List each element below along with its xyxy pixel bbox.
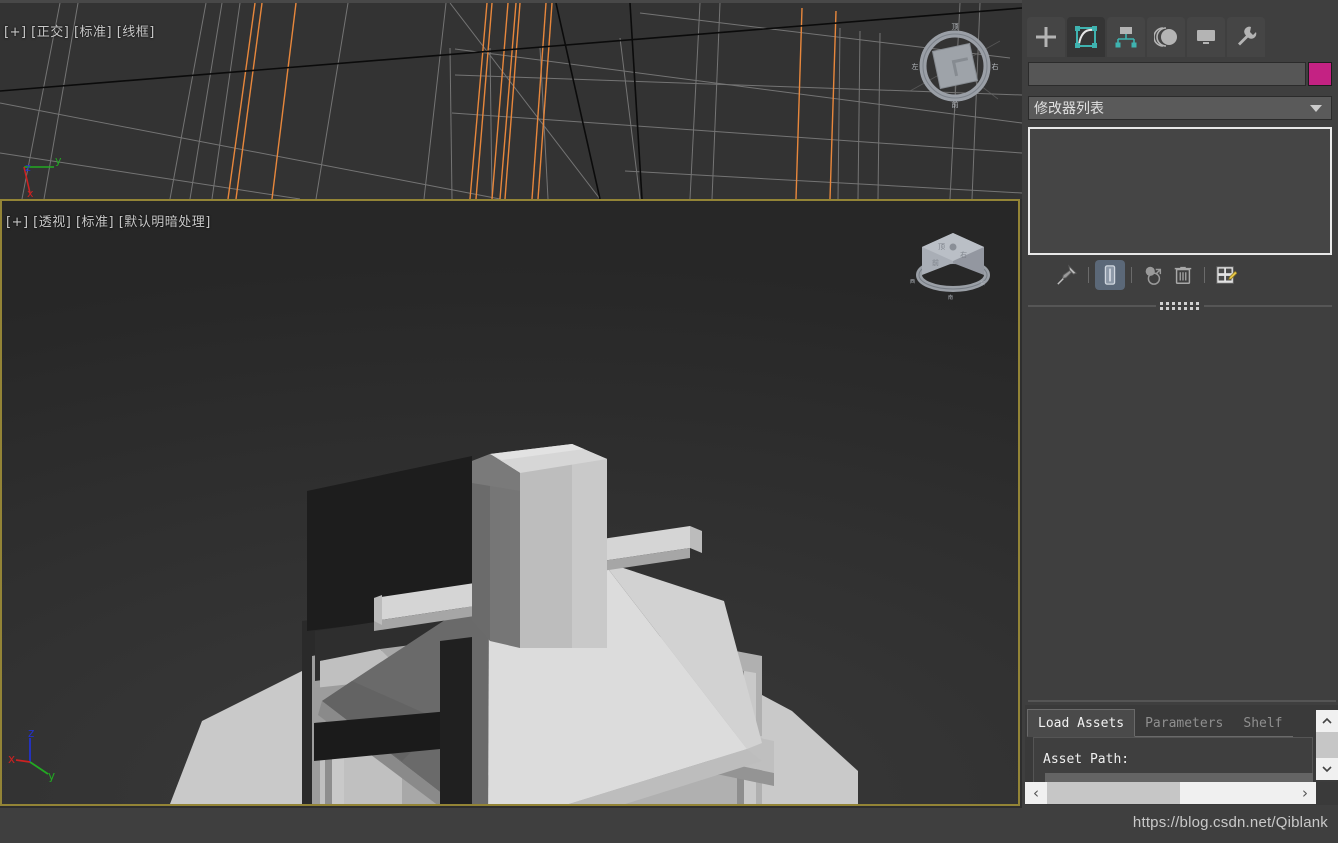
svg-text:右: 右 bbox=[960, 250, 967, 259]
svg-text:x: x bbox=[27, 187, 34, 199]
scroll-up-button[interactable] bbox=[1316, 710, 1338, 732]
modifier-list-dropdown[interactable]: 修改器列表 bbox=[1028, 96, 1332, 120]
object-name-row bbox=[1028, 62, 1332, 86]
tab-create[interactable] bbox=[1027, 17, 1065, 57]
modifier-stack-toolbar bbox=[1052, 259, 1332, 291]
dock-horizontal-scrollbar[interactable]: ‹ › bbox=[1025, 782, 1316, 804]
dock-tab-bar: Load Assets Parameters Shelf bbox=[1027, 709, 1293, 737]
dock-divider[interactable] bbox=[1028, 700, 1336, 702]
axis-gizmo-ortho: y z x bbox=[23, 154, 62, 199]
configure-sets-icon bbox=[1216, 266, 1237, 284]
chevron-down-icon bbox=[1322, 766, 1332, 773]
shaded-house-model bbox=[170, 444, 858, 804]
modify-icon bbox=[1075, 26, 1097, 48]
chevron-down-icon bbox=[1310, 104, 1322, 112]
svg-text:y: y bbox=[55, 154, 62, 167]
viewcube-navigation-widget-perspective[interactable]: 顶 右 前 西 东 南 bbox=[908, 223, 998, 301]
toolbar-separator bbox=[1204, 267, 1205, 283]
show-end-result-icon bbox=[1104, 265, 1116, 285]
tab-motion[interactable] bbox=[1147, 17, 1185, 57]
svg-text:前: 前 bbox=[932, 258, 939, 267]
svg-text:西: 西 bbox=[910, 279, 915, 285]
tab-display[interactable] bbox=[1187, 17, 1225, 57]
trash-icon bbox=[1174, 266, 1192, 284]
make-unique-icon bbox=[1145, 266, 1162, 285]
application-window: [+] [正交] [标准] [线框] y z x 顶 右 前 左 [+] [透视… bbox=[0, 0, 1338, 843]
make-unique-button[interactable] bbox=[1138, 260, 1168, 290]
modifier-stack-list[interactable] bbox=[1028, 127, 1332, 255]
scroll-right-button[interactable]: › bbox=[1294, 782, 1316, 804]
tab-parameters[interactable]: Parameters bbox=[1135, 710, 1234, 737]
configure-modifier-sets-button[interactable] bbox=[1211, 260, 1241, 290]
tab-modify[interactable] bbox=[1067, 17, 1105, 57]
pin-icon bbox=[1057, 264, 1078, 285]
tab-utilities[interactable] bbox=[1227, 17, 1265, 57]
perspective-viewport-label: [+] [透视] [标准] [默认明暗处理] bbox=[6, 215, 211, 230]
svg-text:南: 南 bbox=[948, 294, 953, 301]
chevron-up-icon bbox=[1322, 717, 1332, 724]
command-panel-tabs bbox=[1027, 17, 1265, 57]
svg-text:z: z bbox=[28, 726, 34, 740]
svg-text:y: y bbox=[48, 769, 55, 782]
scroll-down-button[interactable] bbox=[1316, 758, 1338, 780]
plus-icon bbox=[1036, 27, 1056, 47]
scroll-thumb[interactable] bbox=[1316, 732, 1338, 758]
modifier-list-label: 修改器列表 bbox=[1034, 101, 1104, 117]
remove-modifier-button[interactable] bbox=[1168, 260, 1198, 290]
tab-load-assets[interactable]: Load Assets bbox=[1027, 709, 1136, 737]
tab-shelf[interactable]: Shelf bbox=[1233, 710, 1293, 737]
viewcube-navigation-widget-ortho[interactable]: 顶 右 前 左 bbox=[910, 21, 1000, 111]
toolbar-separator bbox=[1088, 267, 1089, 283]
object-name-input[interactable] bbox=[1028, 62, 1306, 86]
perspective-shaded-viewport[interactable]: [+] [透视] [标准] [默认明暗处理] z x y 顶 右 前 西 东 南 bbox=[0, 199, 1020, 806]
watermark-text: https://blog.csdn.net/Qiblank bbox=[1132, 814, 1328, 831]
axis-gizmo-perspective: z x y bbox=[8, 726, 55, 782]
ortho-viewport-label: [+] [正交] [标准] [线框] bbox=[4, 25, 155, 40]
viewport-container: [+] [正交] [标准] [线框] y z x 顶 右 前 左 [+] [透视… bbox=[0, 0, 1022, 808]
display-icon bbox=[1197, 30, 1215, 44]
show-end-result-button[interactable] bbox=[1095, 260, 1125, 290]
svg-text:前: 前 bbox=[952, 100, 959, 109]
dock-vertical-scrollbar[interactable] bbox=[1316, 710, 1338, 782]
scroll-left-button[interactable]: ‹ bbox=[1025, 782, 1047, 804]
asset-path-label: Asset Path: bbox=[1043, 752, 1130, 767]
svg-text:顶: 顶 bbox=[938, 243, 945, 251]
wrench-icon bbox=[1238, 26, 1257, 46]
svg-text:右: 右 bbox=[992, 62, 999, 71]
horizontal-scroll-thumb[interactable] bbox=[1047, 782, 1180, 804]
toolbar-separator bbox=[1131, 267, 1132, 283]
orthographic-wireframe-viewport[interactable]: [+] [正交] [标准] [线框] y z x 顶 右 前 左 bbox=[0, 0, 1022, 199]
tab-hierarchy[interactable] bbox=[1107, 17, 1145, 57]
rollout-resize-handle[interactable] bbox=[1028, 300, 1332, 312]
svg-text:左: 左 bbox=[912, 62, 919, 71]
svg-text:x: x bbox=[8, 752, 15, 766]
motion-icon bbox=[1154, 27, 1177, 47]
pin-stack-button[interactable] bbox=[1052, 260, 1082, 290]
svg-text:z: z bbox=[25, 161, 31, 174]
svg-text:东: 东 bbox=[980, 280, 985, 287]
object-color-swatch[interactable] bbox=[1308, 62, 1332, 86]
hierarchy-icon bbox=[1115, 27, 1137, 48]
svg-text:顶: 顶 bbox=[952, 23, 959, 31]
